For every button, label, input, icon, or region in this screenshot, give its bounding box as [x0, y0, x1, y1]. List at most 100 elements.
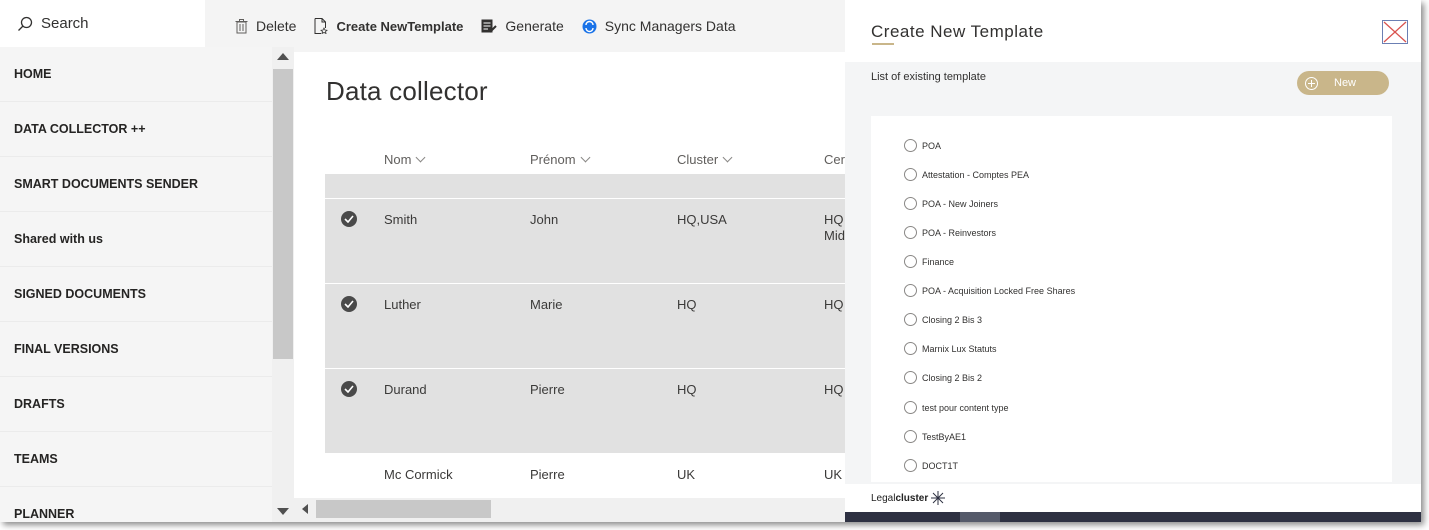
- nav-item-teams[interactable]: TEAMS: [0, 432, 272, 487]
- template-label: Closing 2 Bis 3: [922, 314, 983, 325]
- template-label: POA - New Joiners: [922, 198, 999, 209]
- nav-item-drafts[interactable]: DRAFTS: [0, 377, 272, 432]
- cell-cer: HQ: [824, 382, 844, 397]
- logo-text-light: Legal: [871, 492, 896, 504]
- horizontal-scroll-thumb[interactable]: [316, 500, 491, 518]
- nav-item-home[interactable]: HOME: [0, 47, 272, 102]
- template-option[interactable]: Attestation - Comptes PEA: [904, 168, 1029, 181]
- template-list: POA Attestation - Comptes PEA POA - New …: [871, 116, 1392, 482]
- row-checkmark-icon[interactable]: [341, 381, 357, 397]
- template-label: DOCT1T: [922, 460, 958, 471]
- template-label: Attestation - Comptes PEA: [922, 169, 1030, 180]
- template-option[interactable]: DOCT1T: [904, 459, 958, 472]
- new-document-icon: [314, 18, 329, 34]
- table-row[interactable]: Luther Marie HQ HQ: [325, 283, 845, 368]
- panel-subtitle: List of existing template: [871, 71, 986, 83]
- column-header-label: Prénom: [530, 152, 576, 167]
- template-option[interactable]: POA: [904, 139, 941, 152]
- generate-button[interactable]: Generate: [481, 18, 564, 34]
- nav-scroll-thumb[interactable]: [273, 69, 293, 359]
- template-option[interactable]: Closing 2 Bis 3: [904, 313, 982, 326]
- template-option[interactable]: POA - Reinvestors: [904, 226, 996, 239]
- column-header-prenom[interactable]: Prénom: [530, 152, 590, 167]
- delete-button[interactable]: Delete: [235, 18, 296, 34]
- template-option[interactable]: POA - New Joiners: [904, 197, 998, 210]
- asterisk-logo-icon: [931, 491, 946, 505]
- radio-button[interactable]: [904, 371, 917, 384]
- title-underline: [872, 43, 894, 45]
- radio-button[interactable]: [904, 168, 917, 181]
- radio-button[interactable]: [904, 459, 917, 472]
- nav-item-final-versions[interactable]: FINAL VERSIONS: [0, 322, 272, 377]
- cell-nom: Durand: [384, 382, 427, 397]
- column-header-cer[interactable]: Cer: [824, 152, 845, 167]
- radio-button[interactable]: [904, 342, 917, 355]
- table-row[interactable]: Durand Pierre HQ HQ: [325, 368, 845, 453]
- create-template-button[interactable]: Create NewTemplate: [314, 18, 463, 34]
- template-option[interactable]: TestByAE1: [904, 430, 966, 443]
- cell-nom: Mc Cormick: [384, 467, 453, 482]
- radio-button[interactable]: [904, 284, 917, 297]
- nav-item-planner[interactable]: PLANNER: [0, 487, 272, 522]
- template-label: Finance: [922, 256, 955, 267]
- radio-button[interactable]: [904, 197, 917, 210]
- group-header-row: [325, 174, 845, 198]
- template-option[interactable]: Closing 2 Bis 2: [904, 371, 982, 384]
- new-template-button[interactable]: New: [1297, 71, 1389, 95]
- nav-label: TEAMS: [14, 452, 58, 466]
- search-box[interactable]: Search: [0, 0, 205, 47]
- template-option[interactable]: Marnix Lux Statuts: [904, 342, 997, 355]
- cell-cluster: HQ: [677, 382, 697, 397]
- template-option[interactable]: test pour content type: [904, 401, 1009, 414]
- row-checkmark-icon[interactable]: [341, 296, 357, 312]
- template-option[interactable]: Finance: [904, 255, 954, 268]
- radio-button[interactable]: [904, 139, 917, 152]
- template-label: POA - Reinvestors: [922, 227, 997, 238]
- nav-item-data-collector[interactable]: DATA COLLECTOR ++: [0, 102, 272, 157]
- scroll-down-arrow-icon[interactable]: [277, 508, 289, 515]
- nav-scrollbar[interactable]: [272, 47, 294, 522]
- close-button[interactable]: [1382, 20, 1408, 44]
- horizontal-scrollbar[interactable]: [294, 498, 845, 522]
- template-label: POA: [922, 140, 942, 151]
- search-label: Search: [41, 15, 89, 32]
- create-template-panel: Create New Template List of existing tem…: [845, 0, 1421, 522]
- radio-button[interactable]: [904, 401, 917, 414]
- cell-nom: Smith: [384, 212, 418, 227]
- nav-item-shared-with-us[interactable]: Shared with us: [0, 212, 272, 267]
- nav-label: DRAFTS: [14, 397, 65, 411]
- cell-cluster: HQ: [677, 297, 697, 312]
- radio-button[interactable]: [904, 313, 917, 326]
- radio-button[interactable]: [904, 430, 917, 443]
- nav-label: PLANNER: [14, 507, 75, 521]
- delete-label: Delete: [256, 18, 297, 34]
- nav-item-smart-documents-sender[interactable]: SMART DOCUMENTS SENDER: [0, 157, 272, 212]
- cell-cer: HQ Mid: [824, 212, 845, 244]
- nav-label: FINAL VERSIONS: [14, 342, 119, 356]
- cell-cer: HQ: [824, 297, 844, 312]
- template-label: TestByAE1: [922, 431, 967, 442]
- app-window: Search Delete Create NewTemplate Generat…: [0, 0, 1421, 522]
- create-template-label: Create NewTemplate: [336, 18, 464, 34]
- logo-text-bold: cluster: [895, 492, 929, 504]
- scroll-up-arrow-icon[interactable]: [277, 53, 289, 60]
- template-label: Marnix Lux Statuts: [922, 343, 997, 354]
- radio-button[interactable]: [904, 255, 917, 268]
- sync-icon: [582, 19, 597, 33]
- column-header-label: Cluster: [677, 152, 719, 167]
- chevron-down-icon: [416, 152, 426, 163]
- row-checkmark-icon[interactable]: [341, 211, 357, 227]
- cell-prenom: Pierre: [530, 467, 565, 482]
- nav-label: DATA COLLECTOR ++: [14, 122, 146, 136]
- column-header-cluster[interactable]: Cluster: [677, 152, 733, 167]
- command-bar: Delete Create NewTemplate Generate Sync …: [205, 0, 845, 52]
- nav-item-signed-documents[interactable]: SIGNED DOCUMENTS: [0, 267, 272, 322]
- radio-button[interactable]: [904, 226, 917, 239]
- panel-footer: Legal cluster: [845, 484, 1421, 512]
- search-icon: [18, 16, 33, 31]
- template-option[interactable]: POA - Acquisition Locked Free Shares: [904, 284, 1075, 297]
- sync-managers-button[interactable]: Sync Managers Data: [582, 18, 736, 34]
- scroll-left-arrow-icon[interactable]: [302, 504, 308, 514]
- table-row[interactable]: Smith John HQ,USA HQ Mid: [325, 198, 845, 283]
- column-header-nom[interactable]: Nom: [384, 152, 426, 167]
